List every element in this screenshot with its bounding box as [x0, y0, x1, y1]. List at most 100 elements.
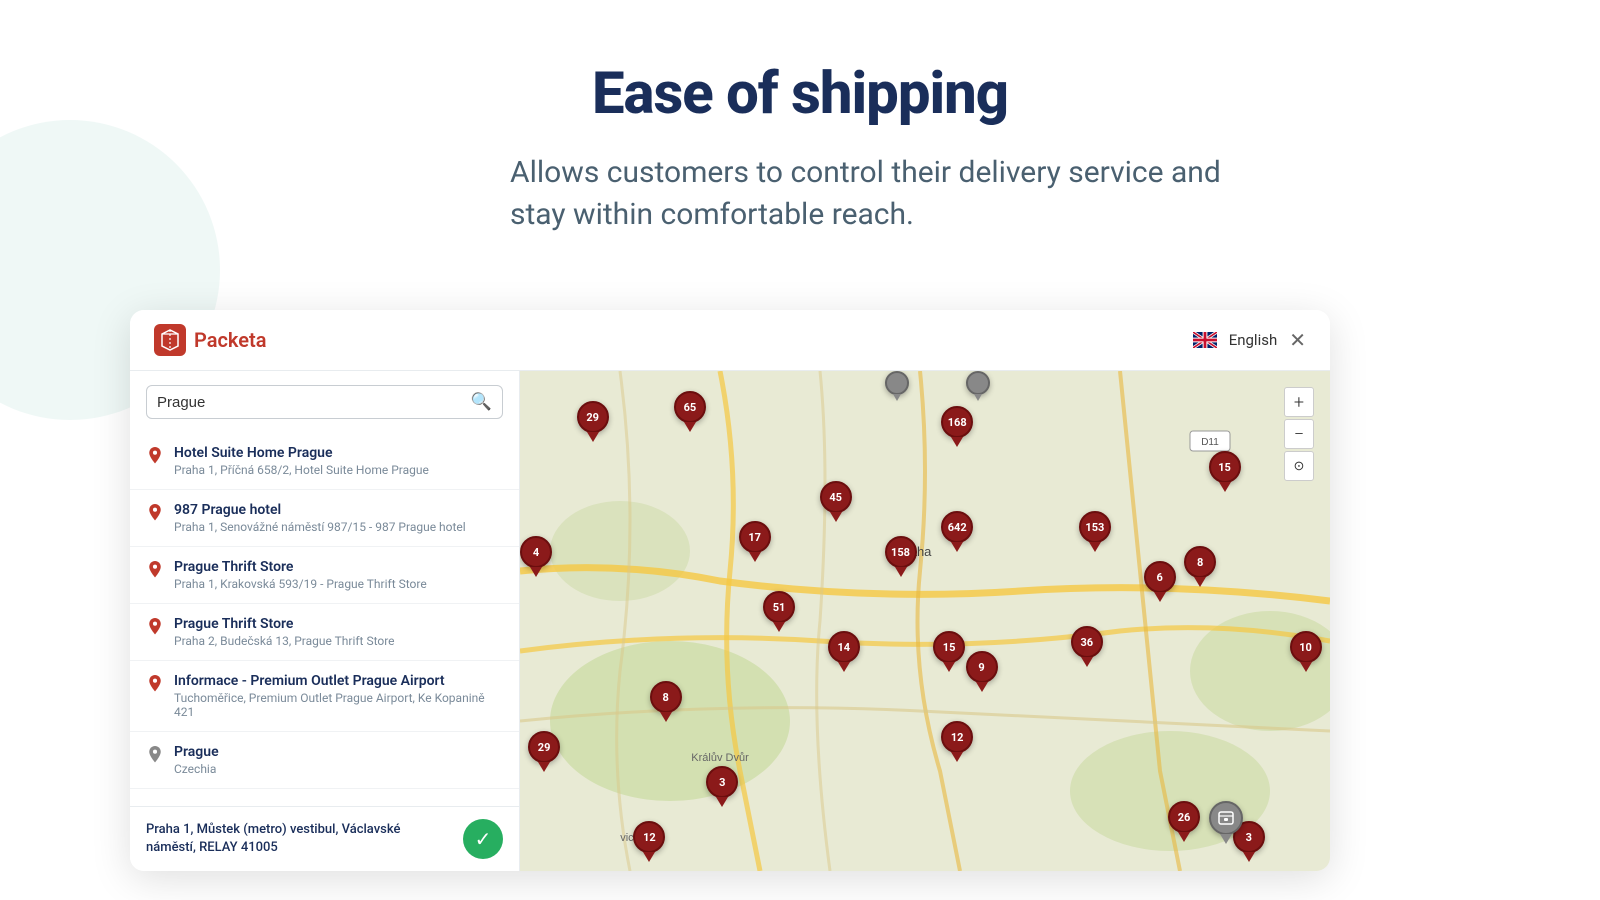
marker-pin [838, 662, 850, 672]
pin-icon [146, 447, 164, 465]
marker-count: 17 [739, 521, 771, 553]
map-marker[interactable]: 153 [1079, 511, 1111, 552]
map-marker[interactable]: 8 [650, 681, 682, 722]
pin-icon [146, 504, 164, 522]
list-item[interactable]: Prague Czechia [130, 732, 519, 789]
page-title: Ease of shipping [350, 60, 1250, 128]
marker-pin [749, 552, 761, 562]
map-marker[interactable]: 51 [763, 591, 795, 632]
map-marker[interactable]: 26 [1168, 801, 1200, 842]
list-item-address: Praha 1, Senovážné náměstí 987/15 - 987 … [174, 520, 503, 534]
map-marker[interactable]: 15 [933, 631, 965, 672]
widget-body: 🔍 Hotel Suite Home Prague Praha 1, Příčn… [130, 371, 1330, 871]
reset-north-button[interactable]: ⊙ [1284, 451, 1314, 481]
page-wrapper: Ease of shipping Allows customers to con… [0, 0, 1600, 900]
map-marker[interactable]: 45 [820, 481, 852, 522]
list-item[interactable]: Prague Thrift Store Praha 1, Krakovská 5… [130, 547, 519, 604]
map-marker-gray[interactable] [1209, 801, 1243, 844]
selected-location-text: Praha 1, Můstek (metro) vestibul, Václav… [146, 821, 400, 857]
zoom-out-button[interactable]: − [1284, 419, 1314, 449]
list-item-address: Tuchoměřice, Premium Outlet Prague Airpo… [174, 691, 503, 719]
list-item-address: Praha 1, Krakovská 593/19 - Prague Thrif… [174, 577, 503, 591]
map-marker[interactable]: 12 [941, 721, 973, 762]
marker-count [885, 371, 909, 395]
map-marker[interactable]: 4 [520, 536, 552, 577]
list-item[interactable]: Hotel Suite Home Prague Praha 1, Příčná … [130, 433, 519, 490]
list-item-info: Prague Czechia [174, 744, 503, 776]
search-wrapper[interactable]: 🔍 [146, 385, 503, 419]
zoom-in-button[interactable]: + [1284, 387, 1314, 417]
marker-count: 51 [763, 591, 795, 623]
marker-count: 6 [1144, 561, 1176, 593]
marker-pin [951, 542, 963, 552]
map-marker[interactable]: 6 [1144, 561, 1176, 602]
marker-pin [1243, 852, 1255, 862]
list-item[interactable]: 987 Prague hotel Praha 1, Senovážné námě… [130, 490, 519, 547]
close-button[interactable]: ✕ [1289, 330, 1306, 350]
marker-count: 29 [577, 401, 609, 433]
svg-text:Králův Dvůr: Králův Dvůr [691, 752, 749, 764]
map-marker[interactable]: 12 [633, 821, 665, 862]
marker-count: 45 [820, 481, 852, 513]
map-marker[interactable]: 3 [706, 766, 738, 807]
marker-count: 158 [885, 536, 917, 568]
map-marker-gray[interactable] [966, 371, 990, 401]
list-item-info: 987 Prague hotel Praha 1, Senovážné námě… [174, 502, 503, 534]
list-item[interactable]: Informace - Premium Outlet Prague Airpor… [130, 661, 519, 732]
brand-name: Packeta [194, 328, 266, 352]
page-subtitle: Allows customers to control their delive… [350, 152, 1250, 236]
marker-count: 168 [941, 406, 973, 438]
map-marker-gray[interactable] [885, 371, 909, 401]
marker-pin [773, 622, 785, 632]
marker-count: 4 [520, 536, 552, 568]
map-marker[interactable]: 158 [885, 536, 917, 577]
language-label: English [1229, 331, 1278, 349]
marker-pin [587, 432, 599, 442]
marker-pin [1220, 834, 1232, 844]
map-marker[interactable]: 17 [739, 521, 771, 562]
map-marker[interactable]: 9 [966, 651, 998, 692]
marker-count: 29 [528, 731, 560, 763]
marker-count: 65 [674, 391, 706, 423]
flag-uk-icon [1193, 332, 1217, 348]
list-item-info: Informace - Premium Outlet Prague Airpor… [174, 673, 503, 719]
map-panel[interactable]: D11 • Praha Králův Dvůr vice 29 65 168 [520, 371, 1330, 871]
marker-pin [716, 797, 728, 807]
marker-pin [1300, 662, 1312, 672]
map-marker[interactable]: 10 [1290, 631, 1322, 672]
marker-pin [895, 567, 907, 577]
map-marker[interactable]: 29 [577, 401, 609, 442]
pin-icon [146, 618, 164, 636]
marker-count [966, 371, 990, 395]
list-item-name: Prague Thrift Store [174, 559, 503, 575]
marker-pin [951, 752, 963, 762]
widget-header: Packeta English ✕ [130, 310, 1330, 371]
marker-pin [643, 852, 655, 862]
map-marker[interactable]: 36 [1071, 626, 1103, 667]
map-marker[interactable]: 65 [674, 391, 706, 432]
map-marker[interactable]: 642 [941, 511, 973, 552]
map-marker[interactable]: 29 [528, 731, 560, 772]
marker-pin [1154, 592, 1166, 602]
locker-icon [1217, 809, 1235, 827]
marker-count: 9 [966, 651, 998, 683]
list-item-address: Praha 1, Příčná 658/2, Hotel Suite Home … [174, 463, 503, 477]
map-marker[interactable]: 168 [941, 406, 973, 447]
marker-count: 12 [941, 721, 973, 753]
map-marker[interactable]: 8 [1184, 546, 1216, 587]
search-input[interactable] [157, 394, 471, 411]
marker-count: 12 [633, 821, 665, 853]
list-item[interactable]: Prague Thrift Store Praha 2, Budečská 13… [130, 604, 519, 661]
list-item-name: Prague Thrift Store [174, 616, 503, 632]
marker-count: 15 [933, 631, 965, 663]
marker-pin [1178, 832, 1190, 842]
marker-pin [660, 712, 672, 722]
marker-count [1209, 801, 1243, 835]
hero-section: Ease of shipping Allows customers to con… [350, 60, 1250, 284]
marker-pin [684, 422, 696, 432]
map-marker[interactable]: 14 [828, 631, 860, 672]
marker-pin [530, 567, 542, 577]
map-marker[interactable]: 15 [1209, 451, 1241, 492]
confirm-button[interactable]: ✓ [463, 819, 503, 859]
marker-count: 8 [650, 681, 682, 713]
